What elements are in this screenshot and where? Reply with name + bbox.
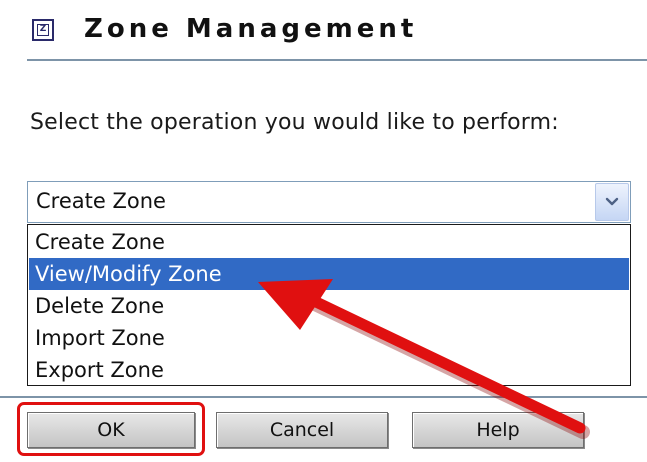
header-divider (27, 59, 647, 61)
footer-divider (0, 396, 647, 398)
ok-highlight-annotation (17, 402, 205, 456)
zone-icon: Z (32, 19, 54, 41)
page-header: Z Zone Management (30, 12, 620, 52)
option-view-modify-zone[interactable]: View/Modify Zone (29, 258, 629, 290)
page-title: Zone Management (84, 14, 418, 44)
operation-options-list: Create Zone View/Modify Zone Delete Zone… (27, 224, 631, 386)
cancel-button[interactable]: Cancel (216, 412, 388, 448)
operation-prompt: Select the operation you would like to p… (30, 110, 559, 135)
option-delete-zone[interactable]: Delete Zone (29, 290, 629, 322)
operation-select-value: Create Zone (36, 189, 166, 213)
dropdown-button[interactable] (595, 183, 629, 221)
operation-select[interactable]: Create Zone (27, 181, 631, 223)
help-button[interactable]: Help (412, 412, 584, 448)
option-import-zone[interactable]: Import Zone (29, 322, 629, 354)
option-export-zone[interactable]: Export Zone (29, 354, 629, 386)
zone-icon-glyph: Z (37, 24, 49, 36)
chevron-down-icon (605, 197, 619, 206)
option-create-zone[interactable]: Create Zone (29, 226, 629, 258)
